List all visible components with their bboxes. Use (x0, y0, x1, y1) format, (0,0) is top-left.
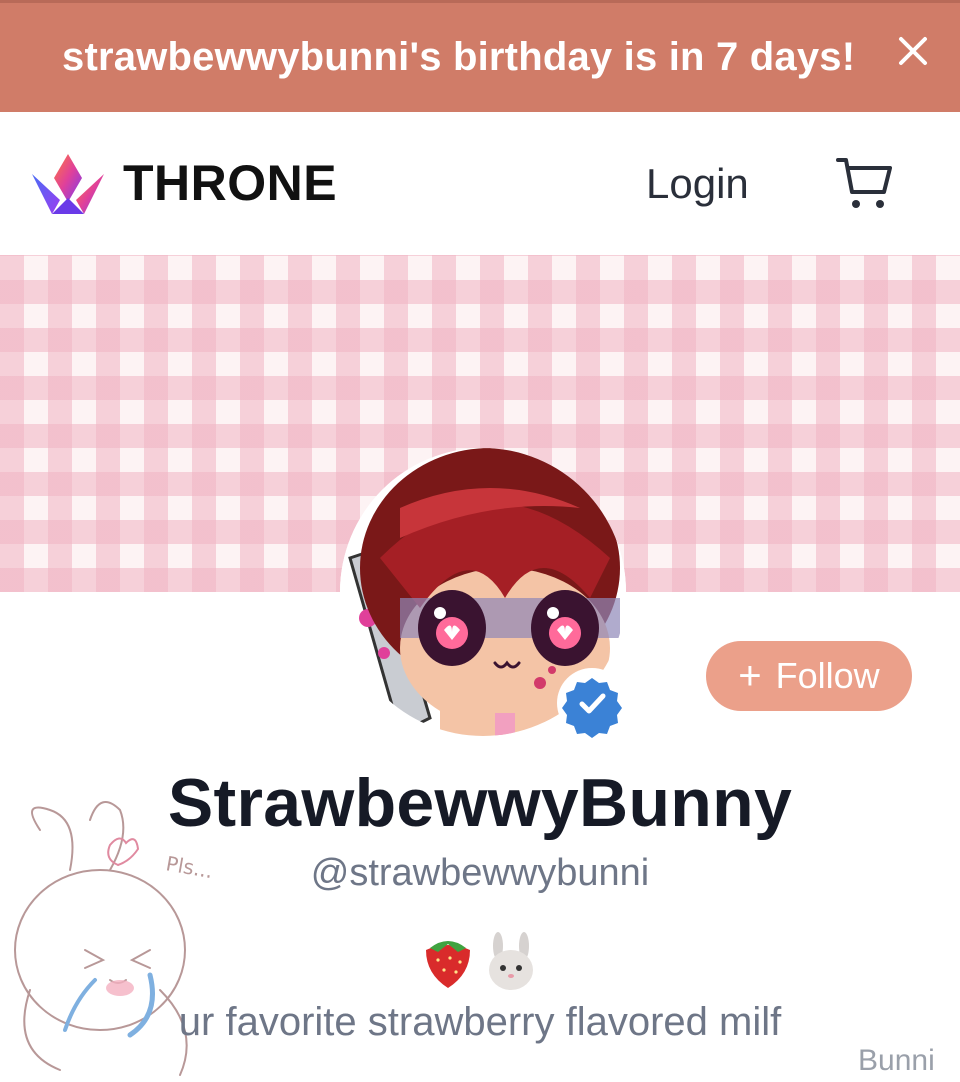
bio-emojis (418, 932, 548, 992)
login-link[interactable]: Login (646, 160, 749, 208)
top-navbar: THRONE Login (0, 112, 960, 256)
profile-page: strawbewwybunni's birthday is in 7 days! (0, 0, 960, 1082)
username-handle: @strawbewwybunni (310, 852, 650, 894)
plus-icon: + (738, 654, 762, 698)
follow-button[interactable]: + Follow (706, 641, 912, 711)
crown-logo-icon[interactable] (30, 152, 106, 218)
display-name: StrawbewwyBunny (167, 765, 793, 841)
verified-badge-icon (557, 668, 627, 738)
follow-label: Follow (775, 655, 880, 696)
close-icon[interactable] (893, 31, 933, 71)
birthday-banner: strawbewwybunni's birthday is in 7 days! (0, 0, 960, 112)
rabbit-icon (489, 932, 533, 990)
profile-bio: ur favorite strawberry flavored milf (178, 1000, 782, 1044)
cart-icon[interactable] (834, 152, 896, 214)
watermark-text: Bunni (858, 1044, 935, 1077)
strawberry-icon (426, 941, 470, 988)
brand-name[interactable]: THRONE (123, 154, 337, 212)
birthday-banner-text: strawbewwybunni's birthday is in 7 days! (62, 35, 856, 79)
